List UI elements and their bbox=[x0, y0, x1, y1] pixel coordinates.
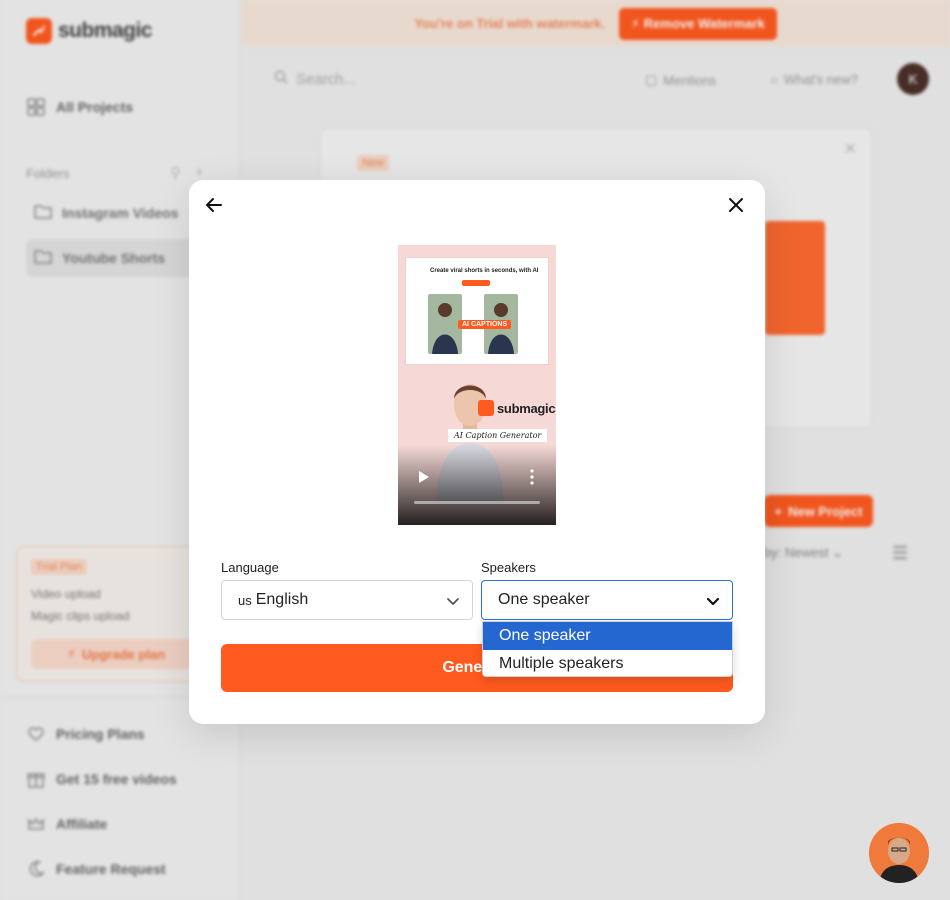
video-preview[interactable]: Create viral shorts in seconds, with AI … bbox=[398, 245, 556, 525]
chevron-down-icon bbox=[447, 598, 459, 605]
video-controls-overlay bbox=[398, 445, 556, 525]
video-progress-bar[interactable] bbox=[414, 501, 540, 504]
preview-brand: submagic bbox=[478, 400, 556, 416]
brand-mark-icon bbox=[478, 400, 494, 416]
support-avatar[interactable] bbox=[869, 823, 929, 883]
speakers-value: One speaker bbox=[498, 591, 590, 608]
arrow-left-icon bbox=[206, 198, 222, 212]
speakers-option-one[interactable]: One speaker bbox=[483, 622, 732, 650]
more-vertical-icon[interactable] bbox=[529, 469, 535, 485]
language-select[interactable]: us English bbox=[221, 580, 473, 620]
chevron-down-icon bbox=[706, 597, 720, 606]
speakers-label: Speakers bbox=[481, 560, 536, 575]
close-button[interactable] bbox=[725, 194, 747, 216]
speakers-dropdown-list: One speaker Multiple speakers bbox=[482, 621, 733, 677]
back-button[interactable] bbox=[203, 194, 225, 216]
preview-caption-badge: AI CAPTIONS bbox=[458, 320, 512, 329]
language-label: Language bbox=[221, 560, 279, 575]
us-flag-icon: us bbox=[238, 592, 252, 608]
preview-page-button bbox=[462, 280, 490, 286]
language-value: English bbox=[255, 591, 309, 608]
preview-webpage-screenshot: Create viral shorts in seconds, with AI … bbox=[405, 257, 549, 365]
close-icon bbox=[729, 198, 743, 212]
preview-brand-text: submagic bbox=[497, 400, 556, 416]
preview-subtitle: AI Caption Generator bbox=[448, 429, 548, 442]
speakers-select[interactable]: One speaker bbox=[481, 580, 733, 620]
speakers-option-multiple[interactable]: Multiple speakers bbox=[483, 650, 732, 676]
preview-page-headline: Create viral shorts in seconds, with AI bbox=[430, 268, 539, 274]
play-icon[interactable] bbox=[418, 470, 430, 484]
preview-person-image bbox=[428, 294, 462, 354]
